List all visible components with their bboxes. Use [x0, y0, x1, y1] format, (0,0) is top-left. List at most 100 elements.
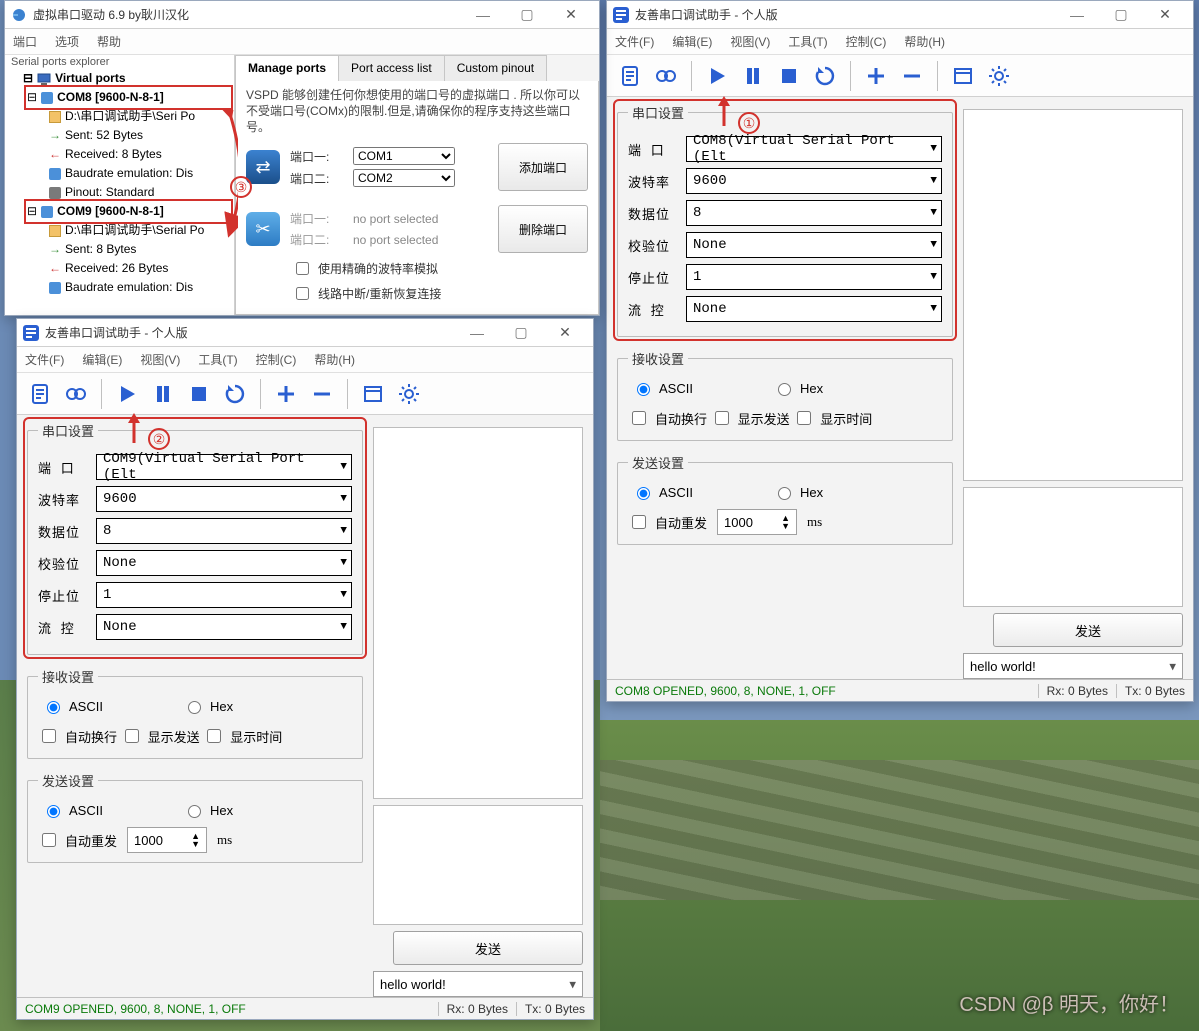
port-tree[interactable]: ⊟ Virtual ports ⊟ COM8 [9600-N-8-1] D:\串…: [5, 55, 235, 315]
tab-manage[interactable]: Manage ports: [235, 55, 339, 81]
menu-file[interactable]: 文件(F): [25, 351, 64, 368]
menu-help[interactable]: 帮助(H): [314, 351, 355, 368]
settings-button[interactable]: [982, 59, 1016, 93]
output-area[interactable]: [373, 427, 583, 799]
record-button[interactable]: [649, 59, 683, 93]
reload-button[interactable]: [218, 377, 252, 411]
stop-button[interactable]: [772, 59, 806, 93]
showtx-check[interactable]: [125, 729, 139, 743]
menu-help[interactable]: 帮助: [97, 33, 121, 50]
play-button[interactable]: [700, 59, 734, 93]
autowrap-check[interactable]: [632, 411, 646, 425]
pause-button[interactable]: [736, 59, 770, 93]
recv-hex-radio[interactable]: [188, 701, 201, 714]
menu-tool[interactable]: 工具(T): [788, 33, 827, 50]
window-button[interactable]: [946, 59, 980, 93]
preset-select[interactable]: hello world!: [373, 971, 583, 997]
send-hex-radio[interactable]: [778, 487, 791, 500]
send-button[interactable]: 发送: [393, 931, 583, 965]
preset-select[interactable]: hello world!: [963, 653, 1183, 679]
showtime-check[interactable]: [797, 411, 811, 425]
tab-access[interactable]: Port access list: [338, 55, 445, 81]
play-button[interactable]: [110, 377, 144, 411]
send-ascii-radio[interactable]: [47, 805, 60, 818]
input-area[interactable]: [373, 805, 583, 925]
minimize-button[interactable]: —: [1055, 1, 1099, 29]
baud-select[interactable]: 9600: [686, 168, 942, 194]
menu-tool[interactable]: 工具(T): [198, 351, 237, 368]
titlebar-right[interactable]: 友善串口调试助手 - 个人版 — ▢ ✕: [607, 1, 1193, 29]
stop-select[interactable]: 1: [686, 264, 942, 290]
vspd-titlebar[interactable]: 虚拟串口驱动 6.9 by耿川汉化 — ▢ ✕: [5, 1, 599, 29]
port-select[interactable]: COM9(Virtual Serial Port (Elt: [96, 454, 352, 480]
pause-button[interactable]: [146, 377, 180, 411]
window-button[interactable]: [356, 377, 390, 411]
flow-select[interactable]: None: [96, 614, 352, 640]
vspd-menubar[interactable]: 端口 选项 帮助: [5, 29, 599, 55]
close-button[interactable]: ✕: [543, 319, 587, 347]
tree-root[interactable]: ⊟ Virtual ports: [23, 69, 230, 88]
interval-input[interactable]: 1000▲▼: [127, 827, 207, 853]
menu-ctrl[interactable]: 控制(C): [846, 33, 887, 50]
autoresend-check[interactable]: [632, 515, 646, 529]
maximize-button[interactable]: ▢: [499, 319, 543, 347]
minimize-button[interactable]: —: [455, 319, 499, 347]
new-button[interactable]: [23, 377, 57, 411]
menubar-right[interactable]: 文件(F) 编辑(E) 视图(V) 工具(T) 控制(C) 帮助(H): [607, 29, 1193, 55]
add-button[interactable]: [269, 377, 303, 411]
new-button[interactable]: [613, 59, 647, 93]
settings-button[interactable]: [392, 377, 426, 411]
data-select[interactable]: 8: [96, 518, 352, 544]
maximize-button[interactable]: ▢: [1099, 1, 1143, 29]
maximize-button[interactable]: ▢: [505, 1, 549, 29]
data-select[interactable]: 8: [686, 200, 942, 226]
reload-button[interactable]: [808, 59, 842, 93]
input-area[interactable]: [963, 487, 1183, 607]
recv-hex-radio[interactable]: [778, 383, 791, 396]
autowrap-check[interactable]: [42, 729, 56, 743]
close-button[interactable]: ✕: [1143, 1, 1187, 29]
baud-select[interactable]: 9600: [96, 486, 352, 512]
send-ascii-radio[interactable]: [637, 487, 650, 500]
remove-button[interactable]: [895, 59, 929, 93]
add-port-button[interactable]: 添加端口: [498, 143, 588, 191]
parity-select[interactable]: None: [96, 550, 352, 576]
send-button[interactable]: 发送: [993, 613, 1183, 647]
menu-opts[interactable]: 选项: [55, 33, 79, 50]
autoresend-check[interactable]: [42, 833, 56, 847]
record-button[interactable]: [59, 377, 93, 411]
menu-port[interactable]: 端口: [13, 33, 37, 50]
port2-select[interactable]: COM2: [353, 169, 455, 187]
tree-com9[interactable]: ⊟ COM9 [9600-N-8-1]: [27, 202, 230, 221]
menu-ctrl[interactable]: 控制(C): [256, 351, 297, 368]
interval-input[interactable]: 1000▲▼: [717, 509, 797, 535]
tab-pinout[interactable]: Custom pinout: [444, 55, 547, 81]
flow-select[interactable]: None: [686, 296, 942, 322]
add-button[interactable]: [859, 59, 893, 93]
recv-ascii-radio[interactable]: [637, 383, 650, 396]
menubar-left[interactable]: 文件(F) 编辑(E) 视图(V) 工具(T) 控制(C) 帮助(H): [17, 347, 593, 373]
tree-com8[interactable]: ⊟ COM8 [9600-N-8-1]: [27, 88, 230, 107]
menu-file[interactable]: 文件(F): [615, 33, 654, 50]
showtime-check[interactable]: [207, 729, 221, 743]
port-select[interactable]: COM8(Virtual Serial Port (Elt: [686, 136, 942, 162]
send-hex-radio[interactable]: [188, 805, 201, 818]
port1-select[interactable]: COM1: [353, 147, 455, 165]
menu-edit[interactable]: 编辑(E): [672, 33, 712, 50]
break-reconnect-check[interactable]: [296, 287, 309, 300]
minimize-button[interactable]: —: [461, 1, 505, 29]
recv-ascii-radio[interactable]: [47, 701, 60, 714]
del-port-button[interactable]: 删除端口: [498, 205, 588, 253]
menu-help[interactable]: 帮助(H): [904, 33, 945, 50]
menu-edit[interactable]: 编辑(E): [82, 351, 122, 368]
showtx-check[interactable]: [715, 411, 729, 425]
remove-button[interactable]: [305, 377, 339, 411]
menu-view[interactable]: 视图(V): [140, 351, 180, 368]
menu-view[interactable]: 视图(V): [730, 33, 770, 50]
stop-button[interactable]: [182, 377, 216, 411]
titlebar-left[interactable]: 友善串口调试助手 - 个人版 — ▢ ✕: [17, 319, 593, 347]
stop-select[interactable]: 1: [96, 582, 352, 608]
emulate-baud-check[interactable]: [296, 262, 309, 275]
output-area[interactable]: [963, 109, 1183, 481]
close-button[interactable]: ✕: [549, 1, 593, 29]
